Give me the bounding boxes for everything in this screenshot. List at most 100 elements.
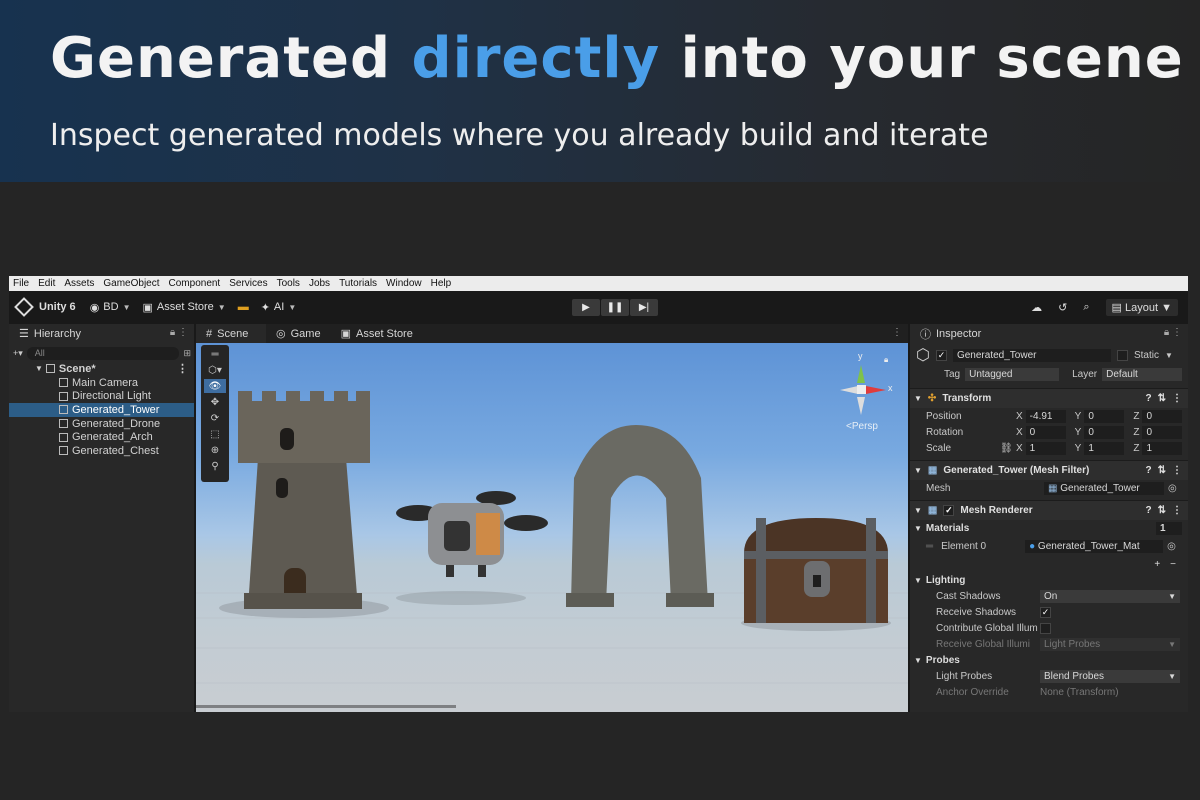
more-icon[interactable]: ⋮ bbox=[1172, 505, 1182, 516]
menu-assets[interactable]: Assets bbox=[64, 278, 94, 289]
add-icon[interactable]: +▾ bbox=[13, 348, 23, 359]
history-icon[interactable]: ↺ bbox=[1058, 301, 1067, 314]
menu-services[interactable]: Services bbox=[229, 278, 267, 289]
rotation-x-field[interactable]: 0 bbox=[1025, 425, 1066, 439]
preset-icon[interactable]: ⇅ bbox=[1158, 393, 1166, 404]
hierarchy-item-generated-tower[interactable]: Generated_Tower bbox=[9, 403, 194, 417]
move-tool-icon[interactable]: ✥ bbox=[204, 395, 226, 409]
mesh-field[interactable]: ▦ Generated_Tower bbox=[1044, 481, 1164, 495]
hierarchy-item-generated-drone[interactable]: Generated_Drone bbox=[9, 417, 194, 431]
chevron-down-icon[interactable]: ▼ bbox=[1165, 351, 1173, 360]
scale-x-field[interactable]: 1 bbox=[1025, 441, 1066, 455]
lock-icon[interactable]: 🔒︎ ⋮ bbox=[1164, 327, 1182, 338]
menu-tutorials[interactable]: Tutorials bbox=[339, 278, 377, 289]
layout-dropdown[interactable]: ▤ Layout ▼ bbox=[1105, 299, 1178, 316]
tab-scene[interactable]: # Scene bbox=[196, 324, 266, 343]
scale-z-field[interactable]: 1 bbox=[1142, 441, 1183, 455]
scene-viewport[interactable]: ═ ⬡▾ 👁︎ ✥ ⟳ ⬚ ⊕ ⚲ y x 🔒︎ <Persp bbox=[196, 343, 908, 712]
rotate-tool-icon[interactable]: ⟳ bbox=[204, 411, 226, 425]
contribute-gi-checkbox[interactable] bbox=[1040, 622, 1051, 634]
hierarchy-item-generated-chest[interactable]: Generated_Chest bbox=[9, 444, 194, 458]
drag-handle-icon[interactable]: ═ bbox=[926, 541, 933, 552]
preset-icon[interactable]: ⇅ bbox=[1158, 505, 1166, 516]
menu-edit[interactable]: Edit bbox=[38, 278, 55, 289]
hierarchy-item-directional-light[interactable]: Directional Light bbox=[9, 389, 194, 403]
mesh-renderer-enabled-checkbox[interactable]: ✓ bbox=[943, 505, 955, 516]
cloud-icon[interactable]: ☁ bbox=[1031, 301, 1042, 314]
static-checkbox[interactable] bbox=[1116, 349, 1128, 361]
help-icon[interactable]: ? bbox=[1146, 505, 1152, 516]
filter-icon[interactable]: ⊞ bbox=[183, 348, 191, 359]
more-icon[interactable]: ⋮ bbox=[892, 327, 902, 338]
custom-tool-icon[interactable]: ⚲ bbox=[204, 459, 226, 473]
menu-help[interactable]: Help bbox=[431, 278, 452, 289]
menu-tools[interactable]: Tools bbox=[277, 278, 300, 289]
rect-tool-icon[interactable]: ⬚ bbox=[204, 427, 226, 441]
account-button[interactable]: ◉ BD ▼ bbox=[90, 301, 131, 314]
search-input[interactable]: All bbox=[26, 346, 180, 360]
more-icon[interactable]: ⋮ bbox=[1172, 465, 1182, 476]
lock-icon[interactable]: 🔒︎ ⋮ bbox=[170, 327, 188, 338]
object-picker-icon[interactable]: ◎ bbox=[1168, 483, 1177, 494]
unity-version-button[interactable]: Unity 6 bbox=[14, 297, 76, 317]
scale-y-field[interactable]: 1 bbox=[1084, 441, 1125, 455]
pause-button[interactable]: ❚❚ bbox=[601, 299, 629, 316]
remove-icon[interactable]: − bbox=[1170, 559, 1176, 570]
search-icon[interactable]: ⌕ bbox=[1083, 301, 1089, 314]
asset-store-button[interactable]: ▣ Asset Store ▼ bbox=[143, 301, 226, 314]
materials-row[interactable]: ▼ Materials 1 bbox=[910, 520, 1188, 536]
scene-row[interactable]: ▼ Scene* ⋮ bbox=[9, 362, 194, 376]
tab-asset-store[interactable]: ▣ Asset Store bbox=[330, 324, 423, 343]
object-name-field[interactable]: Generated_Tower bbox=[952, 348, 1111, 362]
rotation-z-field[interactable]: 0 bbox=[1142, 425, 1183, 439]
receive-shadows-checkbox[interactable]: ✓ bbox=[1040, 606, 1051, 618]
perspective-toggle[interactable]: <Persp bbox=[846, 421, 878, 432]
position-fields: X -4.91 Y0 Z0 bbox=[1016, 409, 1183, 423]
position-z-field[interactable]: 0 bbox=[1142, 409, 1183, 423]
transform-tool-icon[interactable]: ⊕ bbox=[204, 443, 226, 457]
tab-game[interactable]: ◎ Game bbox=[266, 324, 331, 343]
orientation-gizmo[interactable]: y x 🔒︎ bbox=[836, 351, 894, 423]
tag-dropdown[interactable]: Untagged bbox=[965, 367, 1060, 381]
lighting-section[interactable]: ▼ Lighting bbox=[910, 572, 1188, 588]
handle-icon[interactable]: ═ bbox=[204, 347, 226, 361]
more-icon[interactable]: ⋮ bbox=[1172, 393, 1182, 404]
play-button[interactable]: ▶ bbox=[572, 299, 600, 316]
menu-gameobject[interactable]: GameObject bbox=[103, 278, 159, 289]
tab-inspector[interactable]: ⓘ Inspector bbox=[910, 324, 990, 343]
mesh-filter-header[interactable]: ▼ ▦ Generated_Tower (Mesh Filter) ? ⇅ ⋮ bbox=[910, 460, 1188, 480]
layer-dropdown[interactable]: Default bbox=[1102, 367, 1183, 381]
help-icon[interactable]: ? bbox=[1146, 465, 1152, 476]
hierarchy-item-generated-arch[interactable]: Generated_Arch bbox=[9, 430, 194, 444]
anchor-override-value[interactable]: None (Transform) bbox=[1040, 687, 1119, 698]
probes-section[interactable]: ▼ Probes bbox=[910, 652, 1188, 668]
orientation-dropdown[interactable]: ⬡▾ bbox=[204, 363, 226, 377]
ai-button[interactable]: ✦ AI ▼ bbox=[261, 301, 297, 314]
cast-shadows-dropdown[interactable]: On ▼ bbox=[1040, 589, 1180, 603]
lock-icon[interactable]: 🔒︎ bbox=[884, 355, 888, 365]
menu-file[interactable]: File bbox=[13, 278, 29, 289]
step-button[interactable]: ▶| bbox=[630, 299, 658, 316]
tab-hierarchy[interactable]: ☰ Hierarchy bbox=[9, 324, 119, 343]
mesh-renderer-header[interactable]: ▼ ▦ ✓ Mesh Renderer ? ⇅ ⋮ bbox=[910, 500, 1188, 520]
rotation-y-field[interactable]: 0 bbox=[1084, 425, 1125, 439]
light-probes-dropdown[interactable]: Blend Probes ▼ bbox=[1040, 669, 1180, 683]
materials-count-field[interactable]: 1 bbox=[1156, 521, 1182, 535]
active-checkbox[interactable]: ✓ bbox=[935, 349, 947, 361]
more-icon[interactable]: ⋮ bbox=[177, 362, 188, 375]
preset-icon[interactable]: ⇅ bbox=[1158, 465, 1166, 476]
add-icon[interactable]: + bbox=[1154, 559, 1160, 570]
help-icon[interactable]: ? bbox=[1146, 393, 1152, 404]
constrain-link-icon[interactable]: ⛓ bbox=[1000, 443, 1016, 454]
menu-jobs[interactable]: Jobs bbox=[309, 278, 330, 289]
package-button[interactable]: ▬ bbox=[238, 301, 249, 313]
position-x-field[interactable]: -4.91 bbox=[1025, 409, 1066, 423]
menu-component[interactable]: Component bbox=[169, 278, 221, 289]
menu-window[interactable]: Window bbox=[386, 278, 422, 289]
object-picker-icon[interactable]: ◎ bbox=[1167, 541, 1176, 552]
material-field[interactable]: ● Generated_Tower_Mat bbox=[1025, 539, 1164, 553]
view-tool-eye-icon[interactable]: 👁︎ bbox=[204, 379, 226, 393]
hierarchy-item-main-camera[interactable]: Main Camera bbox=[9, 376, 194, 390]
position-y-field[interactable]: 0 bbox=[1084, 409, 1125, 423]
transform-header[interactable]: ▼ ✣ Transform ? ⇅ ⋮ bbox=[910, 388, 1188, 408]
